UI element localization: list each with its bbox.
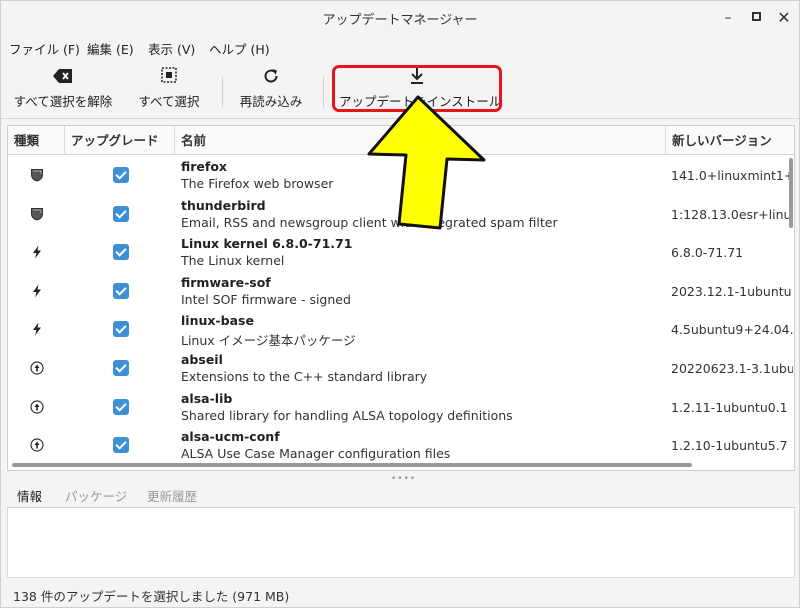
table-row[interactable]: abseil Extensions to the C++ standard lib… xyxy=(8,349,794,388)
package-version: 6.8.0-71.71 xyxy=(671,245,744,261)
vertical-scrollbar[interactable] xyxy=(789,158,793,228)
table-row[interactable]: alsa-ucm-conf ALSA Use Case Manager confi… xyxy=(8,426,794,465)
column-new-version[interactable]: 新しいバージョン xyxy=(666,126,794,155)
status-text: 138 件のアップデートを選択しました (971 MB) xyxy=(13,589,290,604)
toolbar-separator xyxy=(222,77,223,107)
lightning-icon xyxy=(30,284,44,298)
shield-icon xyxy=(30,168,44,182)
backspace-icon xyxy=(11,67,115,89)
tab-changelog[interactable]: 更新履歴 xyxy=(147,486,197,505)
minimize-icon: – xyxy=(724,10,732,26)
package-name: alsa-ucm-conf xyxy=(181,429,280,445)
lightning-icon xyxy=(30,322,44,336)
column-upgrade[interactable]: アップグレード xyxy=(65,126,175,155)
toolbar-separator xyxy=(323,77,324,107)
install-highlight-box xyxy=(332,65,502,112)
table-header: 種類 アップグレード 名前 新しいバージョン xyxy=(8,126,794,155)
window-title: アップデートマネージャー xyxy=(322,13,478,28)
package-name: alsa-lib xyxy=(181,390,233,406)
package-description: Email, RSS and newsgroup client with int… xyxy=(181,214,558,230)
lightning-icon xyxy=(30,245,44,259)
package-name: thunderbird xyxy=(181,197,266,213)
table-row[interactable]: alsa-lib Shared library for handling ALSA… xyxy=(8,388,794,427)
menu-view[interactable]: 表示 (V) xyxy=(148,39,195,58)
upgrade-checkbox[interactable] xyxy=(113,360,129,376)
package-description: Extensions to the C++ standard library xyxy=(181,369,428,384)
menu-edit[interactable]: 編集 (E) xyxy=(87,39,134,58)
package-description: The Firefox web browser xyxy=(181,176,334,191)
package-version: 1.2.10-1ubuntu5.7 xyxy=(671,438,788,454)
maximize-button[interactable] xyxy=(745,7,767,29)
package-name: Linux kernel 6.8.0-71.71 xyxy=(181,236,353,252)
column-name[interactable]: 名前 xyxy=(175,126,666,155)
table-row[interactable]: linux-base Linux イメージ基本パッケージ 4.5ubuntu9+24… xyxy=(8,310,794,349)
minimize-button[interactable]: – xyxy=(717,7,739,29)
package-version: 1:128.13.0esr+linuxmint xyxy=(671,206,793,222)
upgrade-checkbox[interactable] xyxy=(113,205,129,222)
horizontal-scrollbar[interactable] xyxy=(12,463,692,467)
close-icon: ✕ xyxy=(777,8,791,27)
package-version: 141.0+linuxmint1+xia xyxy=(671,168,793,183)
select-all-icon xyxy=(133,67,205,89)
table-row[interactable]: Linux kernel 6.8.0-71.71 The Linux kernel… xyxy=(8,233,794,272)
upgrade-checkbox[interactable] xyxy=(113,398,129,415)
tab-packages[interactable]: パッケージ xyxy=(65,486,127,505)
upgrade-checkbox[interactable] xyxy=(113,321,129,338)
column-type[interactable]: 種類 xyxy=(8,126,65,155)
details-tabs: 情報 パッケージ 更新履歴 xyxy=(7,482,795,511)
close-button[interactable]: ✕ xyxy=(773,7,795,29)
menu-help[interactable]: ヘルプ (H) xyxy=(209,39,270,58)
info-pane xyxy=(7,508,795,578)
package-description: Intel SOF firmware - signed xyxy=(181,291,351,307)
package-description: Linux イメージ基本パッケージ xyxy=(181,333,356,349)
upgrade-checkbox[interactable] xyxy=(113,167,129,183)
up-arrow-circle-icon xyxy=(30,399,44,414)
upgrade-checkbox[interactable] xyxy=(113,244,129,261)
clear-selection-button[interactable]: すべて選択を解除 xyxy=(11,67,115,115)
table-row[interactable]: firmware-sof Intel SOF firmware - signed 2… xyxy=(8,272,794,311)
table-row[interactable]: firefox The Firefox web browser 141.0+linu… xyxy=(8,156,794,195)
update-manager-window: アップデートマネージャー – ✕ ファイル (F) 編集 (E) 表示 (V) … xyxy=(0,0,800,608)
up-arrow-circle-icon xyxy=(30,438,44,452)
refresh-icon xyxy=(235,67,307,89)
package-version: 2023.12.1-1ubuntu1.7 xyxy=(671,283,793,299)
select-all-button[interactable]: すべて選択 xyxy=(133,67,205,115)
maximize-icon xyxy=(751,12,761,21)
package-description: ALSA Use Case Manager configuration file… xyxy=(181,446,451,462)
package-version: 1.2.11-1ubuntu0.1 xyxy=(671,399,788,415)
package-version: 20220623.1-3.1ubuntu xyxy=(671,361,793,376)
up-arrow-circle-icon xyxy=(30,361,44,375)
package-name: linux-base xyxy=(181,313,254,329)
table-row[interactable]: thunderbird Email, RSS and newsgroup clie… xyxy=(8,195,794,234)
upgrade-checkbox[interactable] xyxy=(113,282,129,299)
package-version: 4.5ubuntu9+24.04.1 xyxy=(671,322,793,338)
package-name: abseil xyxy=(181,352,223,367)
upgrade-checkbox[interactable] xyxy=(113,437,129,454)
package-description: The Linux kernel xyxy=(181,253,285,269)
package-name: firmware-sof xyxy=(181,274,271,290)
package-description: Shared library for handling ALSA topolog… xyxy=(181,407,513,423)
shield-icon xyxy=(30,207,44,221)
menu-file[interactable]: ファイル (F) xyxy=(9,39,80,58)
refresh-button[interactable]: 再読み込み xyxy=(235,67,307,115)
title-bar: アップデートマネージャー – ✕ xyxy=(1,1,799,34)
updates-table: 種類 アップグレード 名前 新しいバージョン firefox The Firefo… xyxy=(7,125,795,471)
menu-bar: ファイル (F) 編集 (E) 表示 (V) ヘルプ (H) xyxy=(1,34,799,60)
package-name: firefox xyxy=(181,159,227,174)
